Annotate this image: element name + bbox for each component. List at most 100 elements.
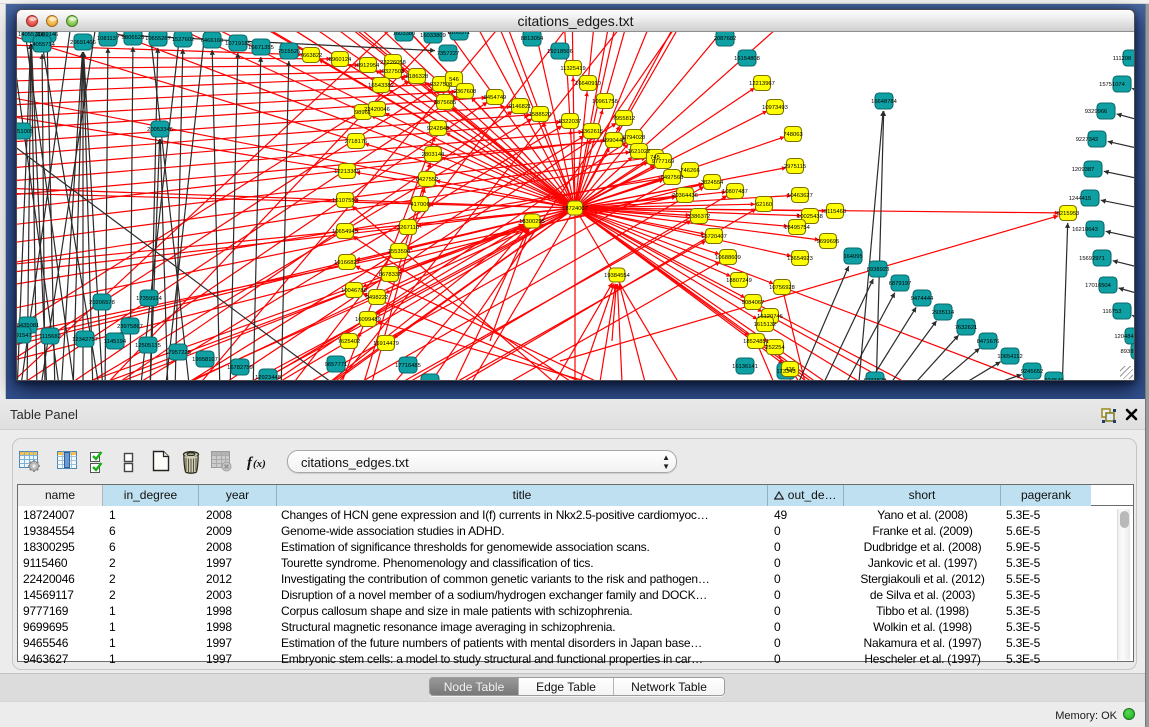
svg-text:1244415: 1244415 xyxy=(1069,196,1092,202)
svg-text:9115460: 9115460 xyxy=(824,209,846,215)
svg-text:10654945: 10654945 xyxy=(332,229,358,235)
svg-text:12342757: 12342757 xyxy=(72,337,98,343)
svg-text:9657771: 9657771 xyxy=(325,362,348,368)
svg-text:1527602: 1527602 xyxy=(172,37,195,43)
svg-text:9227342: 9227342 xyxy=(1076,137,1099,143)
svg-text:546: 546 xyxy=(449,77,459,83)
svg-text:14055714: 14055714 xyxy=(29,42,56,48)
svg-text:2367608: 2367608 xyxy=(454,89,477,95)
svg-text:15692971: 15692971 xyxy=(1079,256,1105,262)
svg-text:23226058: 23226058 xyxy=(380,60,406,66)
svg-text:17016504: 17016504 xyxy=(1085,283,1112,289)
svg-text:16648784: 16648784 xyxy=(871,99,898,105)
svg-text:893811: 893811 xyxy=(1121,349,1135,355)
svg-text:20364436: 20364436 xyxy=(672,193,698,199)
svg-text:10025438: 10025438 xyxy=(797,214,823,220)
svg-text:17716485: 17716485 xyxy=(395,363,421,369)
svg-text:8813054: 8813054 xyxy=(521,36,544,42)
svg-text:16640910: 16640910 xyxy=(575,81,601,87)
svg-text:16154808: 16154808 xyxy=(734,56,760,62)
svg-text:11325419: 11325419 xyxy=(560,66,585,72)
svg-text:7357227: 7357227 xyxy=(437,51,460,57)
svg-text:10046788: 10046788 xyxy=(341,288,367,294)
svg-text:8215953: 8215953 xyxy=(1057,211,1080,217)
svg-text:8186328: 8186328 xyxy=(406,74,429,80)
svg-text:7515526: 7515526 xyxy=(278,49,301,55)
svg-text:2975115: 2975115 xyxy=(784,164,806,170)
svg-text:8938923: 8938923 xyxy=(867,267,890,273)
svg-text:16033809: 16033809 xyxy=(420,33,446,39)
svg-text:426: 426 xyxy=(785,367,795,373)
svg-text:10807487: 10807487 xyxy=(722,189,748,195)
svg-text:17359924: 17359924 xyxy=(136,296,163,302)
svg-text:(x): (x) xyxy=(253,458,266,470)
svg-text:746266: 746266 xyxy=(680,168,699,174)
svg-text:20053346: 20053346 xyxy=(147,127,173,133)
svg-text:9146821: 9146821 xyxy=(509,104,532,110)
svg-text:9242848: 9242848 xyxy=(427,126,450,132)
svg-text:8471676: 8471676 xyxy=(977,339,1000,345)
svg-text:3267110: 3267110 xyxy=(397,225,419,231)
svg-text:18300295: 18300295 xyxy=(519,219,545,225)
svg-text:2803144: 2803144 xyxy=(422,152,445,158)
svg-text:12505135: 12505135 xyxy=(135,343,161,349)
svg-text:748063: 748063 xyxy=(783,132,802,138)
svg-text:8454749: 8454749 xyxy=(484,95,507,101)
svg-text:7625402: 7625402 xyxy=(338,339,361,345)
svg-text:8912954: 8912954 xyxy=(357,63,380,69)
svg-text:8322037: 8322037 xyxy=(559,119,582,125)
svg-text:944556: 944556 xyxy=(420,380,439,381)
svg-text:15751074: 15751074 xyxy=(1099,82,1126,88)
svg-text:164095: 164095 xyxy=(843,254,862,260)
svg-text:9327503: 9327503 xyxy=(382,69,405,75)
svg-text:120484: 120484 xyxy=(1114,334,1134,340)
svg-text:19166827: 19166827 xyxy=(334,260,360,266)
svg-text:6879197: 6879197 xyxy=(889,281,912,287)
svg-text:9245652: 9245652 xyxy=(1021,369,1044,375)
svg-text:8427552: 8427552 xyxy=(416,177,439,183)
svg-text:10463627: 10463627 xyxy=(787,193,813,199)
svg-text:111208: 111208 xyxy=(1113,56,1131,62)
svg-text:9498222: 9498222 xyxy=(366,295,389,301)
svg-text:17957225: 17957225 xyxy=(165,350,191,356)
svg-text:1588520: 1588520 xyxy=(529,112,552,118)
svg-text:9806525: 9806525 xyxy=(122,35,145,41)
svg-text:16210643: 16210643 xyxy=(1072,227,1098,233)
svg-text:8960124: 8960124 xyxy=(329,57,352,63)
svg-text:1603380: 1603380 xyxy=(393,32,416,37)
svg-text:417006: 417006 xyxy=(410,202,429,208)
svg-text:18724007: 18724007 xyxy=(562,206,588,212)
svg-text:15720407: 15720407 xyxy=(701,234,727,240)
svg-text:16914479: 16914479 xyxy=(373,341,399,347)
svg-text:22420046: 22420046 xyxy=(364,107,390,113)
svg-text:7632621: 7632621 xyxy=(955,325,978,331)
svg-text:116753: 116753 xyxy=(1103,309,1122,315)
svg-text:8435081: 8435081 xyxy=(17,323,39,329)
svg-text:9329966: 9329966 xyxy=(1085,109,1108,115)
svg-text:391547: 391547 xyxy=(17,333,32,339)
svg-text:20206578: 20206578 xyxy=(89,300,115,306)
svg-text:19218506: 19218506 xyxy=(547,49,573,55)
svg-text:7386372: 7386372 xyxy=(688,214,711,220)
svg-text:16107553: 16107553 xyxy=(332,198,358,204)
svg-text:1362615: 1362615 xyxy=(581,129,604,135)
svg-text:8100371: 8100371 xyxy=(448,32,471,36)
svg-text:16136141: 16136141 xyxy=(732,364,758,370)
svg-text:19384554: 19384554 xyxy=(604,273,631,279)
svg-text:1621022: 1621022 xyxy=(628,149,651,155)
svg-text:20691406: 20691406 xyxy=(70,40,96,46)
svg-text:19958107: 19958107 xyxy=(192,357,218,363)
svg-text:16120746: 16120746 xyxy=(757,314,783,320)
svg-text:1209387: 1209387 xyxy=(1072,167,1095,173)
svg-text:10961758: 10961758 xyxy=(592,99,618,105)
svg-text:18495754: 18495754 xyxy=(784,225,811,231)
svg-text:2089146: 2089146 xyxy=(36,32,59,38)
svg-text:3824554: 3824554 xyxy=(701,180,724,186)
svg-text:10756928: 10756928 xyxy=(769,285,795,291)
svg-text:10655267: 10655267 xyxy=(145,36,171,42)
svg-text:10973493: 10973493 xyxy=(762,105,788,111)
svg-text:8233829: 8233829 xyxy=(864,378,887,381)
svg-text:8678332: 8678332 xyxy=(379,272,402,278)
svg-text:9474444: 9474444 xyxy=(911,296,934,302)
svg-text:6794028: 6794028 xyxy=(623,135,646,141)
